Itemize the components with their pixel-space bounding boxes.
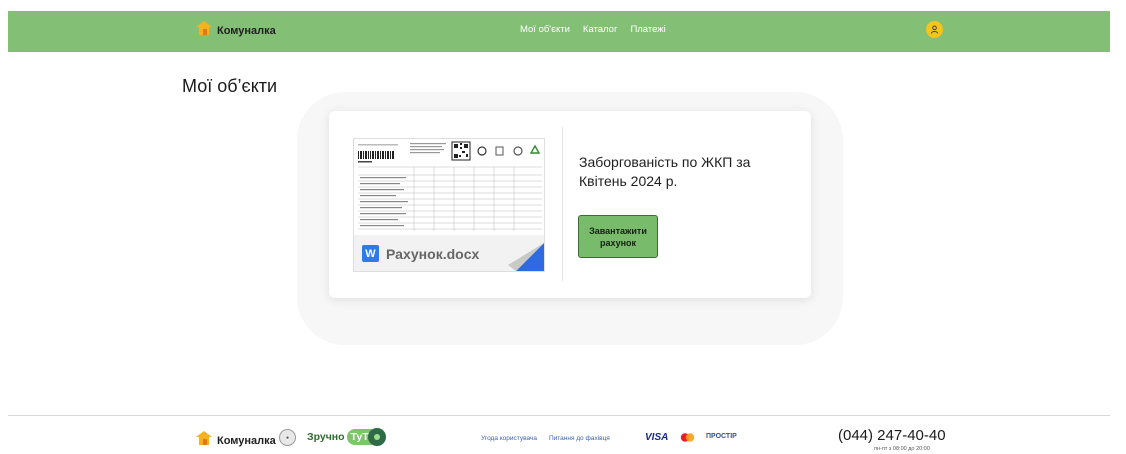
nav-my-objects[interactable]: Мої об'єкти [520,24,570,35]
document-file-name: Рахунок.docx [386,245,480,262]
card-divider [562,127,563,281]
partner-zruchno: Зручно [307,431,345,443]
word-file-icon: W [362,245,379,262]
house-logo-icon [196,431,212,450]
page-title: Мої об’єкти [182,76,278,96]
debt-title: Заборгованість по ЖКП за Квітень 2024 р. [579,154,751,189]
download-invoice-button[interactable]: Завантажити рахунок [578,215,658,258]
main-nav: Мої об'єкти Каталог Платежі [520,24,666,35]
footer-brand-logo[interactable]: Комуналка [196,431,276,450]
link-user-agreement[interactable]: Угода користувача [481,435,537,442]
invoice-card: W Рахунок.docx Заборгованість по ЖКП за … [329,111,811,298]
footer-links: Угода користувача Питання до фахівця [481,435,610,442]
nav-payments[interactable]: Платежі [630,24,665,35]
house-logo-icon [196,21,212,40]
mastercard-icon [680,433,695,442]
prostir-logo: ПРОСТІР [706,433,737,440]
user-avatar[interactable] [926,21,943,38]
footer-brand-name: Комуналка [217,434,276,447]
document-file-label: W Рахунок.docx [362,245,479,262]
page-curl-graphic [508,243,544,271]
footer-divider [8,415,1110,416]
brand-logo[interactable]: Комуналка [196,21,276,40]
support-phone[interactable]: (044) 247-40-40 [838,427,946,444]
support-hours: пн-пт з 08:00 до 20:00 [874,446,930,452]
invoice-thumbnail-graphic [358,141,542,231]
partner-logo-zruchno-tut[interactable]: Зручно ТуТ [307,428,386,446]
document-preview[interactable]: W Рахунок.docx [353,138,545,272]
visa-logo: VISA [645,432,669,443]
partner-seal-icon: ● [279,429,296,446]
brand-name: Комуналка [217,24,276,37]
partner-circle-icon [367,428,386,446]
link-ask-expert[interactable]: Питання до фахівця [549,435,610,442]
user-icon [930,21,939,39]
nav-catalog[interactable]: Каталог [583,24,618,35]
top-bar: Комуналка Мої об'єкти Каталог Платежі [8,11,1110,52]
